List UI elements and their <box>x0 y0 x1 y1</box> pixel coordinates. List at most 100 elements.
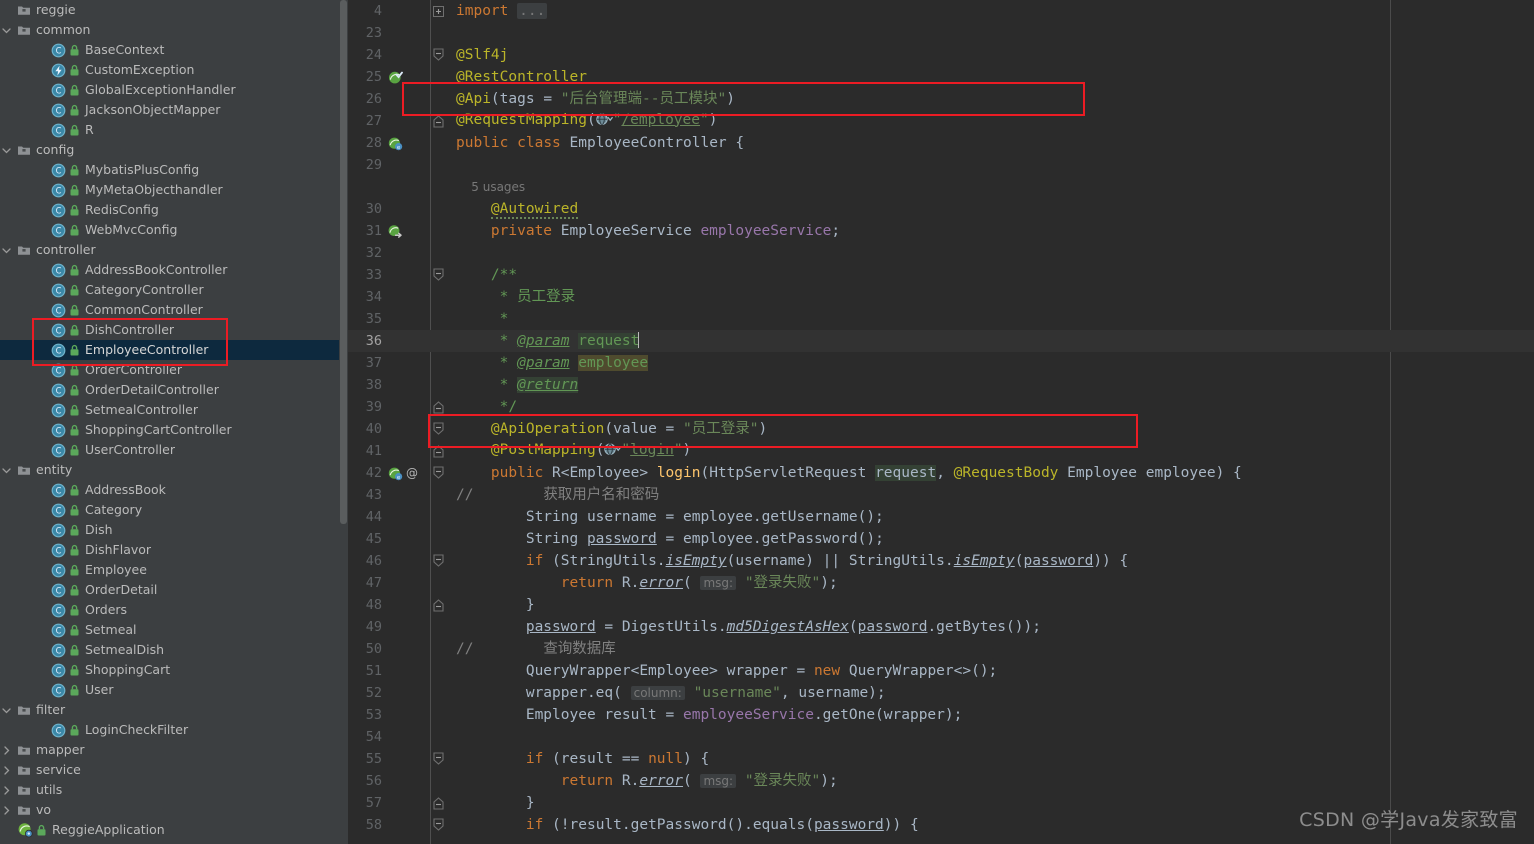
tree-item-logincheckfilter[interactable]: C LoginCheckFilter <box>0 720 348 740</box>
fold-marker-plus[interactable] <box>430 0 446 22</box>
code-text[interactable]: 5 usages <box>446 176 1534 198</box>
tree-item-dishcontroller[interactable]: C DishController <box>0 320 348 340</box>
code-line[interactable]: 34 * 员工登录 <box>348 286 1534 308</box>
code-line[interactable]: 52 wrapper.eq( column: "username", usern… <box>348 682 1534 704</box>
tree-item-ordercontroller[interactable]: C OrderController <box>0 360 348 380</box>
gutter-icons[interactable] <box>384 814 430 836</box>
gutter-icons[interactable] <box>384 220 430 242</box>
code-text[interactable]: return R.error( msg: "登录失败"); <box>446 770 1534 792</box>
code-line[interactable]: 26 @Api(tags = "后台管理端--员工模块") <box>348 88 1534 110</box>
code-text[interactable]: public R<Employee> login(HttpServletRequ… <box>446 462 1534 484</box>
tree-item-commoncontroller[interactable]: C CommonController <box>0 300 348 320</box>
project-tree[interactable]: reggie common C BaseContext CustomException C… <box>0 0 348 840</box>
fold-marker-start[interactable] <box>430 418 446 440</box>
gutter-icons[interactable] <box>384 638 430 660</box>
code-line[interactable]: 45 String password = employee.getPasswor… <box>348 528 1534 550</box>
tree-item-setmealdish[interactable]: C SetmealDish <box>0 640 348 660</box>
tree-item-jacksonobjectmapper[interactable]: C JacksonObjectMapper <box>0 100 348 120</box>
chevron-down-icon[interactable] <box>0 240 13 260</box>
code-line[interactable]: 40 @ApiOperation(value = "员工登录") <box>348 418 1534 440</box>
code-line[interactable]: 50 // 查询数据库 <box>348 638 1534 660</box>
web-url-icon[interactable] <box>595 112 613 134</box>
gutter-icons[interactable] <box>384 484 430 506</box>
tree-item-orderdetail[interactable]: C OrderDetail <box>0 580 348 600</box>
code-line[interactable]: 31 private EmployeeService employeeServi… <box>348 220 1534 242</box>
gutter-icons[interactable] <box>384 374 430 396</box>
tree-item-orders[interactable]: C Orders <box>0 600 348 620</box>
gutter-icons[interactable] <box>384 792 430 814</box>
code-lines[interactable]: 4 import ... 23 24 @Slf4j 25 @RestController 26… <box>348 0 1534 836</box>
code-text[interactable]: // 查询数据库 <box>446 638 1534 660</box>
chevron-right-icon[interactable] <box>0 780 13 800</box>
gutter-icons[interactable] <box>384 528 430 550</box>
code-line[interactable]: 38 * @return <box>348 374 1534 396</box>
code-line[interactable]: 29 <box>348 154 1534 176</box>
gutter-icons[interactable] <box>384 594 430 616</box>
code-line[interactable]: 37 * @param employee <box>348 352 1534 374</box>
code-editor[interactable]: 4 import ... 23 24 @Slf4j 25 @RestController 26… <box>348 0 1534 844</box>
code-line[interactable]: 48 } <box>348 594 1534 616</box>
gutter-icons[interactable] <box>384 616 430 638</box>
chevron-down-icon[interactable] <box>0 20 13 40</box>
code-line[interactable]: 27 @RequestMapping("/employee") <box>348 110 1534 132</box>
code-text[interactable]: wrapper.eq( column: "username", username… <box>446 682 1534 704</box>
tree-item-category[interactable]: C Category <box>0 500 348 520</box>
code-line[interactable]: 28 e public class EmployeeController { <box>348 132 1534 154</box>
code-text[interactable]: @Api(tags = "后台管理端--员工模块") <box>446 88 1534 110</box>
code-text[interactable]: String password = employee.getPassword()… <box>446 528 1534 550</box>
code-text[interactable]: return R.error( msg: "登录失败"); <box>446 572 1534 594</box>
tree-item-user[interactable]: C User <box>0 680 348 700</box>
code-line[interactable]: 42 e @ public R<Employee> login(HttpServle… <box>348 462 1534 484</box>
gutter-icons[interactable] <box>384 88 430 110</box>
web-url-icon[interactable] <box>604 442 622 464</box>
code-text[interactable]: @ApiOperation(value = "员工登录") <box>446 418 1534 440</box>
code-text[interactable]: public class EmployeeController { <box>446 132 1534 154</box>
tree-item-categorycontroller[interactable]: C CategoryController <box>0 280 348 300</box>
gutter-icons[interactable] <box>384 726 430 748</box>
fold-marker-end[interactable] <box>430 396 446 418</box>
tree-item-shoppingcartcontroller[interactable]: C ShoppingCartController <box>0 420 348 440</box>
gutter-icons[interactable] <box>384 704 430 726</box>
tree-item-r[interactable]: CR <box>0 120 348 140</box>
code-text[interactable]: * @param employee <box>446 352 1534 374</box>
fold-marker-start[interactable] <box>430 748 446 770</box>
tree-item-shoppingcart[interactable]: C ShoppingCart <box>0 660 348 680</box>
tree-item-addressbook[interactable]: C AddressBook <box>0 480 348 500</box>
tree-item-employee[interactable]: C Employee <box>0 560 348 580</box>
gutter-icons[interactable] <box>384 440 430 462</box>
code-line[interactable]: 49 password = DigestUtils.md5DigestAsHex… <box>348 616 1534 638</box>
code-text[interactable]: // 获取用户名和密码 <box>446 484 1534 506</box>
gutter-icons[interactable] <box>384 660 430 682</box>
gutter-icons[interactable] <box>384 550 430 572</box>
tree-item-employeecontroller[interactable]: C EmployeeController <box>0 340 348 360</box>
tree-item-reggieapplication[interactable]: ReggieApplication <box>0 820 348 840</box>
tree-item-vo[interactable]: vo <box>0 800 348 820</box>
code-line[interactable]: 23 <box>348 22 1534 44</box>
gutter-icons[interactable] <box>384 286 430 308</box>
code-line[interactable]: 24 @Slf4j <box>348 44 1534 66</box>
gutter-icons[interactable] <box>384 572 430 594</box>
code-text[interactable]: @RequestMapping("/employee") <box>446 109 1534 134</box>
spring-autowire-icon[interactable] <box>388 224 403 239</box>
code-line-current[interactable]: 36 * @param request <box>348 330 1534 352</box>
tree-item-mapper[interactable]: mapper <box>0 740 348 760</box>
tree-item-entity[interactable]: entity <box>0 460 348 480</box>
tree-item-webmvcconfig[interactable]: C WebMvcConfig <box>0 220 348 240</box>
gutter-icons[interactable] <box>384 396 430 418</box>
chevron-down-icon[interactable] <box>0 700 13 720</box>
code-line[interactable]: 55 if (result == null) { <box>348 748 1534 770</box>
code-line[interactable]: 54 <box>348 726 1534 748</box>
code-line[interactable]: 33 /** <box>348 264 1534 286</box>
fold-marker-start[interactable] <box>430 44 446 66</box>
code-line[interactable]: 41 @PostMapping("login") <box>348 440 1534 462</box>
tree-item-redisconfig[interactable]: C RedisConfig <box>0 200 348 220</box>
code-line[interactable]: 44 String username = employee.getUsernam… <box>348 506 1534 528</box>
fold-marker-start[interactable] <box>430 462 446 484</box>
tree-item-dishflavor[interactable]: C DishFlavor <box>0 540 348 560</box>
gutter-icons[interactable] <box>384 242 430 264</box>
gutter-icons[interactable]: e <box>384 132 430 154</box>
code-line[interactable]: 43 // 获取用户名和密码 <box>348 484 1534 506</box>
code-text[interactable]: @RestController <box>446 66 1534 88</box>
gutter-icons[interactable] <box>384 66 430 88</box>
tree-item-setmealcontroller[interactable]: C SetmealController <box>0 400 348 420</box>
